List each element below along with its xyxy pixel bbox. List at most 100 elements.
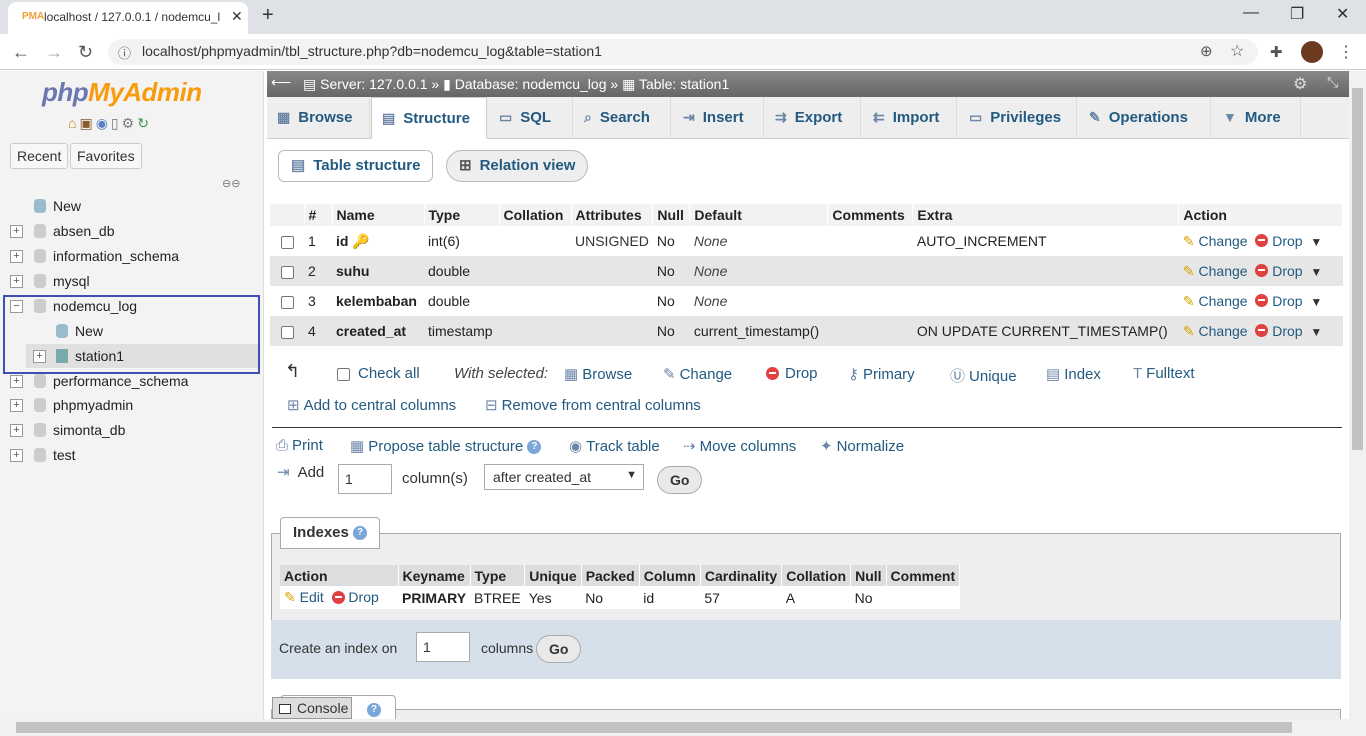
check-all-checkbox[interactable]	[337, 367, 350, 381]
tab-browse[interactable]: ▦ Browse	[267, 97, 370, 139]
create-index-go-button[interactable]: Go	[536, 635, 582, 663]
tree-item-mysql[interactable]: + mysql	[0, 270, 264, 294]
column-position-select[interactable]: after created_at ▼	[484, 464, 644, 490]
docs-icon[interactable]: ▯	[111, 115, 122, 131]
tree-item-performance-schema[interactable]: + performance_schema	[0, 370, 264, 394]
horizontal-scrollbar-thumb[interactable]	[16, 722, 1292, 733]
expand-icon[interactable]: +	[10, 250, 23, 263]
zoom-icon[interactable]: ⊕	[1200, 42, 1213, 60]
recent-button[interactable]: Recent	[10, 143, 69, 169]
favorites-button[interactable]: Favorites	[70, 143, 142, 169]
expand-icon[interactable]: +	[10, 424, 23, 437]
expand-icon[interactable]: +	[33, 350, 46, 363]
bulk-unique-button[interactable]: Ⓤ Unique	[950, 365, 1017, 386]
collapse-header-icon[interactable]: ⤡	[1327, 74, 1338, 91]
close-window-icon[interactable]: ✕	[1336, 4, 1349, 24]
home-icon[interactable]: ⌂	[68, 115, 79, 131]
tree-item-nodemcu-log[interactable]: − nodemcu_log	[0, 295, 264, 319]
expand-icon[interactable]: +	[10, 225, 23, 238]
tree-item-phpmyadmin[interactable]: + phpmyadmin	[0, 394, 264, 418]
console-button[interactable]: Console	[272, 697, 352, 719]
row-checkbox[interactable]	[280, 235, 294, 249]
tree-item-new-db[interactable]: New	[0, 195, 264, 219]
col-header[interactable]: Extra	[912, 204, 1180, 226]
site-info-icon[interactable]: ⓘ	[118, 43, 131, 62]
more-actions-icon[interactable]: ▼	[1310, 235, 1322, 249]
browser-tab[interactable]: PMA localhost / 127.0.0.1 / nodemcu_l ✕	[8, 2, 248, 34]
forward-icon[interactable]: →	[45, 42, 63, 63]
breadcrumb-table[interactable]: Table: station1	[639, 76, 729, 92]
change-link[interactable]: Change	[1199, 293, 1248, 309]
link-with-main-icon[interactable]: ⊖⊖	[222, 177, 240, 190]
tab-privileges[interactable]: ▭ Privileges	[959, 97, 1077, 139]
tab-structure[interactable]: ▤ Structure	[371, 97, 487, 139]
bulk-primary-button[interactable]: ⚷ Primary	[848, 365, 915, 383]
col-header[interactable]: #	[304, 204, 333, 226]
idx-edit-link[interactable]: Edit	[300, 589, 324, 605]
tree-item-absen-db[interactable]: + absen_db	[0, 220, 264, 244]
profile-avatar[interactable]	[1301, 41, 1323, 63]
browser-menu-icon[interactable]: ⋮	[1338, 42, 1354, 62]
track-table-button[interactable]: ◉ Track table	[569, 437, 660, 455]
propose-structure-button[interactable]: ▦ Propose table structure ?	[350, 437, 542, 455]
help-icon[interactable]: ?	[527, 440, 542, 455]
vertical-scrollbar-thumb[interactable]	[1352, 88, 1363, 450]
settings-icon[interactable]: ⚙	[122, 115, 138, 131]
url-field[interactable]: ⓘ localhost/phpmyadmin/tbl_structure.php…	[108, 39, 1258, 65]
close-tab-icon[interactable]: ✕	[231, 8, 243, 25]
collapse-nav-icon[interactable]: ⟵	[271, 74, 291, 91]
extensions-icon[interactable]: ✚	[1270, 43, 1283, 61]
tab-more[interactable]: ▼ More	[1213, 97, 1301, 139]
bookmark-star-icon[interactable]: ☆	[1230, 41, 1244, 61]
tab-search[interactable]: ⌕ Search	[574, 97, 671, 139]
add-column-go-button[interactable]: Go	[657, 466, 703, 494]
row-checkbox[interactable]	[280, 265, 294, 279]
remove-central-columns-button[interactable]: ⊟ Remove from central columns	[485, 396, 701, 414]
check-all-label[interactable]: Check all	[358, 365, 420, 382]
help-icon[interactable]: ?	[367, 703, 381, 717]
col-header[interactable]: Collation	[499, 204, 572, 226]
restore-icon[interactable]: ❐	[1290, 4, 1304, 24]
change-link[interactable]: Change	[1199, 233, 1248, 249]
tab-operations[interactable]: ✎ Operations	[1079, 97, 1211, 139]
col-header[interactable]: Null	[652, 204, 691, 226]
tab-export[interactable]: ⇉ Export	[765, 97, 861, 139]
row-checkbox[interactable]	[280, 295, 294, 309]
bulk-fulltext-button[interactable]: T Fulltext	[1133, 365, 1195, 382]
tab-import[interactable]: ⇇ Import	[863, 97, 957, 139]
expand-icon[interactable]: +	[10, 449, 23, 462]
bulk-drop-button[interactable]: Drop	[766, 365, 818, 382]
col-header[interactable]: Attributes	[571, 204, 654, 226]
idx-drop-link[interactable]: Drop	[348, 589, 378, 605]
tree-item-station1[interactable]: + station1	[0, 345, 264, 369]
tab-insert[interactable]: ⇥ Insert	[673, 97, 764, 139]
tree-item-information-schema[interactable]: + information_schema	[0, 245, 264, 269]
col-header[interactable]: Comments	[827, 204, 914, 226]
normalize-button[interactable]: ✦ Normalize	[820, 437, 904, 455]
back-icon[interactable]: ←	[12, 42, 30, 63]
drop-link[interactable]: Drop	[1272, 263, 1302, 279]
bulk-index-button[interactable]: ▤ Index	[1046, 365, 1101, 383]
reload-nav-icon[interactable]: ↻	[137, 115, 152, 131]
drop-link[interactable]: Drop	[1272, 293, 1302, 309]
change-link[interactable]: Change	[1199, 263, 1248, 279]
collapse-icon[interactable]: −	[10, 300, 23, 313]
more-actions-icon[interactable]: ▼	[1310, 325, 1322, 339]
row-checkbox[interactable]	[280, 325, 294, 339]
check-all-control[interactable]: Check all	[337, 365, 420, 382]
bulk-browse-button[interactable]: ▦ Browse	[564, 365, 632, 383]
tab-sql[interactable]: ▭ SQL	[489, 97, 573, 139]
expand-icon[interactable]: +	[10, 399, 23, 412]
tree-item-simonta-db[interactable]: + simonta_db	[0, 419, 264, 443]
col-header[interactable]: Name	[332, 204, 425, 226]
drop-link[interactable]: Drop	[1272, 323, 1302, 339]
exit-icon[interactable]: ▣	[79, 115, 95, 131]
table-structure-button[interactable]: ▤ Table structure	[278, 150, 434, 182]
more-actions-icon[interactable]: ▼	[1310, 265, 1322, 279]
breadcrumb-database[interactable]: Database: nodemcu_log	[455, 76, 607, 92]
col-header[interactable]: Default	[689, 204, 829, 226]
change-link[interactable]: Change	[1199, 323, 1248, 339]
help-icon[interactable]: ?	[353, 526, 368, 541]
col-header[interactable]: Type	[424, 204, 500, 226]
breadcrumb-server[interactable]: Server: 127.0.0.1	[320, 76, 427, 92]
